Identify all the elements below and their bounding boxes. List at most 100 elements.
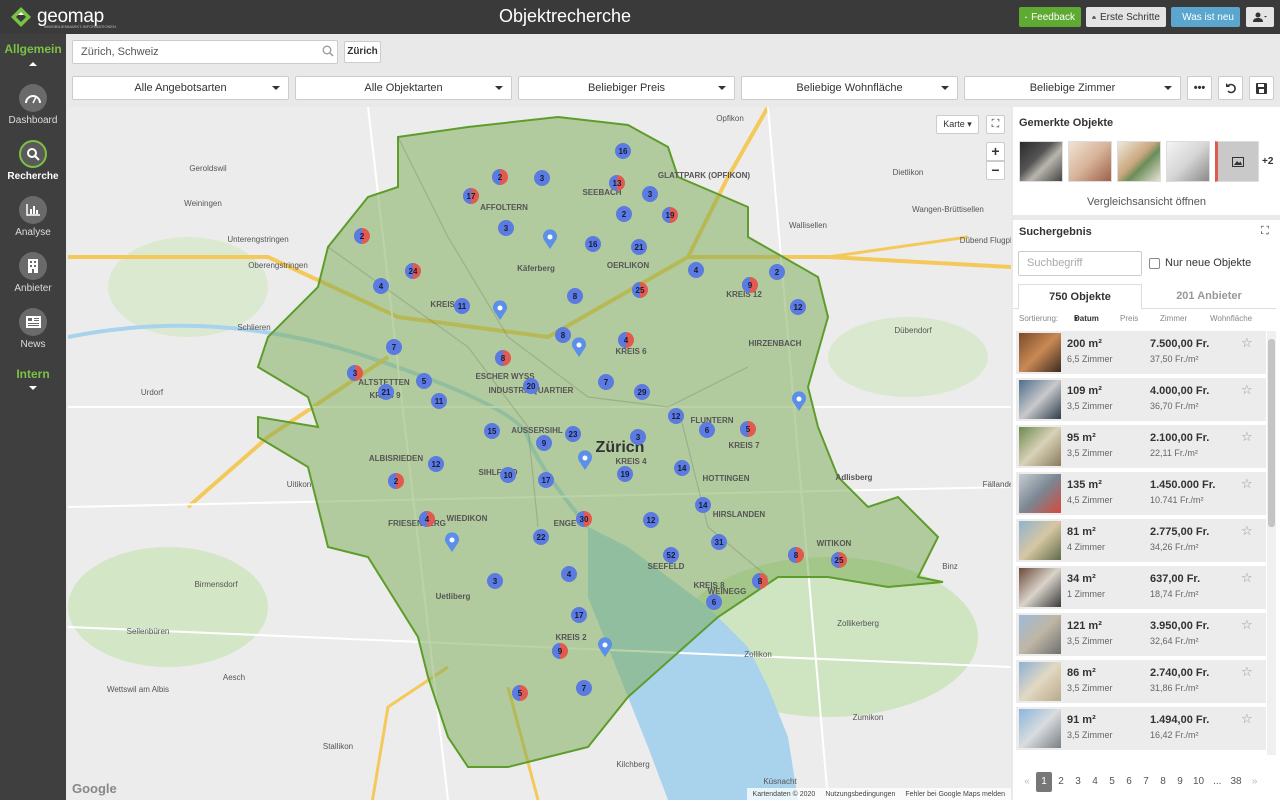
- map-cluster-marker[interactable]: 2: [769, 264, 785, 280]
- page-prev-button[interactable]: «: [1019, 772, 1035, 792]
- map-cluster-marker[interactable]: 23: [565, 426, 581, 442]
- user-menu-button[interactable]: [1246, 7, 1274, 27]
- sidebar-item-analyse[interactable]: Analyse: [0, 194, 66, 246]
- page-button[interactable]: 38: [1226, 772, 1245, 792]
- page-button[interactable]: 1: [1036, 772, 1052, 792]
- map-type-button[interactable]: Karte ▾: [936, 115, 979, 134]
- result-photo[interactable]: [1019, 709, 1061, 748]
- sidebar-item-dashboard[interactable]: Dashboard: [0, 82, 66, 134]
- page-button[interactable]: 2: [1053, 772, 1069, 792]
- saved-thumbnail[interactable]: [1117, 141, 1161, 182]
- sidebar-item-anbieter[interactable]: Anbieter: [0, 250, 66, 302]
- only-new-checkbox[interactable]: [1149, 258, 1160, 269]
- page-button[interactable]: ...: [1209, 772, 1225, 792]
- more-saved-count[interactable]: +2: [1262, 156, 1273, 167]
- map-cluster-marker[interactable]: 9: [552, 643, 568, 659]
- map-cluster-marker[interactable]: 22: [533, 529, 549, 545]
- sort-price[interactable]: Preis: [1120, 314, 1138, 323]
- star-icon[interactable]: ☆: [1241, 335, 1253, 351]
- star-icon[interactable]: ☆: [1241, 429, 1253, 445]
- map-cluster-marker[interactable]: 5: [740, 421, 756, 437]
- map-cluster-marker[interactable]: 15: [484, 423, 500, 439]
- result-row[interactable]: 135 m² 4,5 Zimmer 1.450.000 Fr. 10.741 Fr./…: [1016, 472, 1266, 515]
- map-cluster-marker[interactable]: 17: [538, 472, 554, 488]
- map-cluster-marker[interactable]: 14: [674, 460, 690, 476]
- location-chip-button[interactable]: Zürich: [344, 41, 381, 63]
- sidebar-item-news[interactable]: News: [0, 306, 66, 358]
- scroll-thumb[interactable]: [1268, 339, 1275, 527]
- map-cluster-marker[interactable]: 6: [706, 594, 722, 610]
- offer-type-select[interactable]: Alle Angebotsarten: [72, 76, 289, 100]
- page-button[interactable]: 9: [1172, 772, 1188, 792]
- map-cluster-marker[interactable]: 24: [405, 263, 421, 279]
- map-cluster-marker[interactable]: 16: [585, 236, 601, 252]
- result-row[interactable]: 95 m² 3,5 Zimmer 2.100,00 Fr. 22,11 Fr./m² ☆: [1016, 425, 1266, 468]
- map-cluster-marker[interactable]: 25: [831, 552, 847, 568]
- map-cluster-marker[interactable]: 21: [631, 239, 647, 255]
- map-cluster-marker[interactable]: 3: [347, 365, 363, 381]
- saved-thumbnail[interactable]: [1068, 141, 1112, 182]
- map-cluster-marker[interactable]: 2: [354, 228, 370, 244]
- map-cluster-marker[interactable]: 9: [742, 277, 758, 293]
- page-button[interactable]: 4: [1087, 772, 1103, 792]
- map[interactable]: SEEBACH AFFOLTERN OERLIKON KREIS 11 KREIS 12…: [68, 107, 1011, 800]
- terms-link[interactable]: Nutzungsbedingungen: [825, 791, 895, 798]
- scrollbar[interactable]: [1267, 331, 1276, 755]
- map-cluster-marker[interactable]: 2: [388, 473, 404, 489]
- result-row[interactable]: 109 m² 3,5 Zimmer 4.000,00 Fr. 36,70 Fr./m²…: [1016, 378, 1266, 421]
- reset-button[interactable]: [1218, 76, 1243, 100]
- sidebar-section-general[interactable]: Allgemein: [0, 42, 66, 56]
- expand-icon[interactable]: ⛶: [1261, 225, 1269, 238]
- map-cluster-marker[interactable]: 2: [492, 169, 508, 185]
- location-search-input[interactable]: Zürich, Schweiz: [72, 40, 338, 64]
- star-icon[interactable]: ☆: [1241, 382, 1253, 398]
- map-cluster-marker[interactable]: 8: [555, 327, 571, 343]
- map-cluster-marker[interactable]: 5: [512, 685, 528, 701]
- map-cluster-marker[interactable]: 12: [668, 408, 684, 424]
- map-cluster-marker[interactable]: 7: [576, 680, 592, 696]
- keyword-search-input[interactable]: Suchbegriff: [1018, 251, 1142, 276]
- map-cluster-marker[interactable]: 12: [428, 456, 444, 472]
- saved-thumbnail[interactable]: [1166, 141, 1210, 182]
- sidebar-item-recherche[interactable]: Recherche: [0, 138, 66, 190]
- map-cluster-marker[interactable]: 19: [617, 466, 633, 482]
- map-cluster-marker[interactable]: 3: [534, 170, 550, 186]
- map-cluster-marker[interactable]: 8: [752, 573, 768, 589]
- sort-date[interactable]: Datum ▾: [1074, 314, 1099, 323]
- map-fullscreen-button[interactable]: ⛶: [986, 115, 1005, 134]
- map-cluster-marker[interactable]: 3: [487, 573, 503, 589]
- map-cluster-marker[interactable]: 12: [790, 299, 806, 315]
- star-icon[interactable]: ☆: [1241, 476, 1253, 492]
- map-cluster-marker[interactable]: 17: [571, 607, 587, 623]
- tab-objects[interactable]: 750 Objekte: [1018, 284, 1142, 309]
- map-cluster-marker[interactable]: 12: [643, 512, 659, 528]
- map-cluster-marker[interactable]: 4: [618, 332, 634, 348]
- compare-view-link[interactable]: Vergleichsansicht öffnen: [1013, 196, 1280, 208]
- page-button[interactable]: 7: [1138, 772, 1154, 792]
- map-cluster-marker[interactable]: 3: [630, 429, 646, 445]
- result-row[interactable]: 91 m² 3,5 Zimmer 1.494,00 Fr. 16,42 Fr./m² ☆: [1016, 707, 1266, 750]
- map-cluster-marker[interactable]: 8: [495, 350, 511, 366]
- map-cluster-marker[interactable]: 20: [523, 378, 539, 394]
- result-photo[interactable]: [1019, 662, 1061, 701]
- map-canvas[interactable]: SEEBACHAFFOLTERNOERLIKONKREIS 11KREIS 12…: [68, 107, 1011, 800]
- caret-up-icon[interactable]: [29, 62, 37, 66]
- map-cluster-marker[interactable]: 14: [695, 497, 711, 513]
- map-cluster-marker[interactable]: 5: [416, 373, 432, 389]
- result-row[interactable]: 86 m² 3,5 Zimmer 2.740,00 Fr. 31,86 Fr./m² ☆: [1016, 660, 1266, 703]
- rooms-select[interactable]: Beliebige Zimmer: [964, 76, 1181, 100]
- result-photo[interactable]: [1019, 568, 1061, 607]
- map-cluster-marker[interactable]: 2: [616, 206, 632, 222]
- map-cluster-marker[interactable]: 4: [561, 566, 577, 582]
- map-cluster-marker[interactable]: 52: [663, 547, 679, 563]
- map-cluster-marker[interactable]: 3: [642, 186, 658, 202]
- price-select[interactable]: Beliebiger Preis: [518, 76, 735, 100]
- star-icon[interactable]: ☆: [1241, 711, 1253, 727]
- living-area-select[interactable]: Beliebige Wohnfläche: [741, 76, 958, 100]
- result-photo[interactable]: [1019, 615, 1061, 654]
- map-cluster-marker[interactable]: 31: [711, 534, 727, 550]
- result-row[interactable]: 81 m² 4 Zimmer 2.775,00 Fr. 34,26 Fr./m² ☆: [1016, 519, 1266, 562]
- result-photo[interactable]: [1019, 474, 1061, 513]
- map-cluster-marker[interactable]: 16: [615, 143, 631, 159]
- map-cluster-marker[interactable]: 6: [699, 422, 715, 438]
